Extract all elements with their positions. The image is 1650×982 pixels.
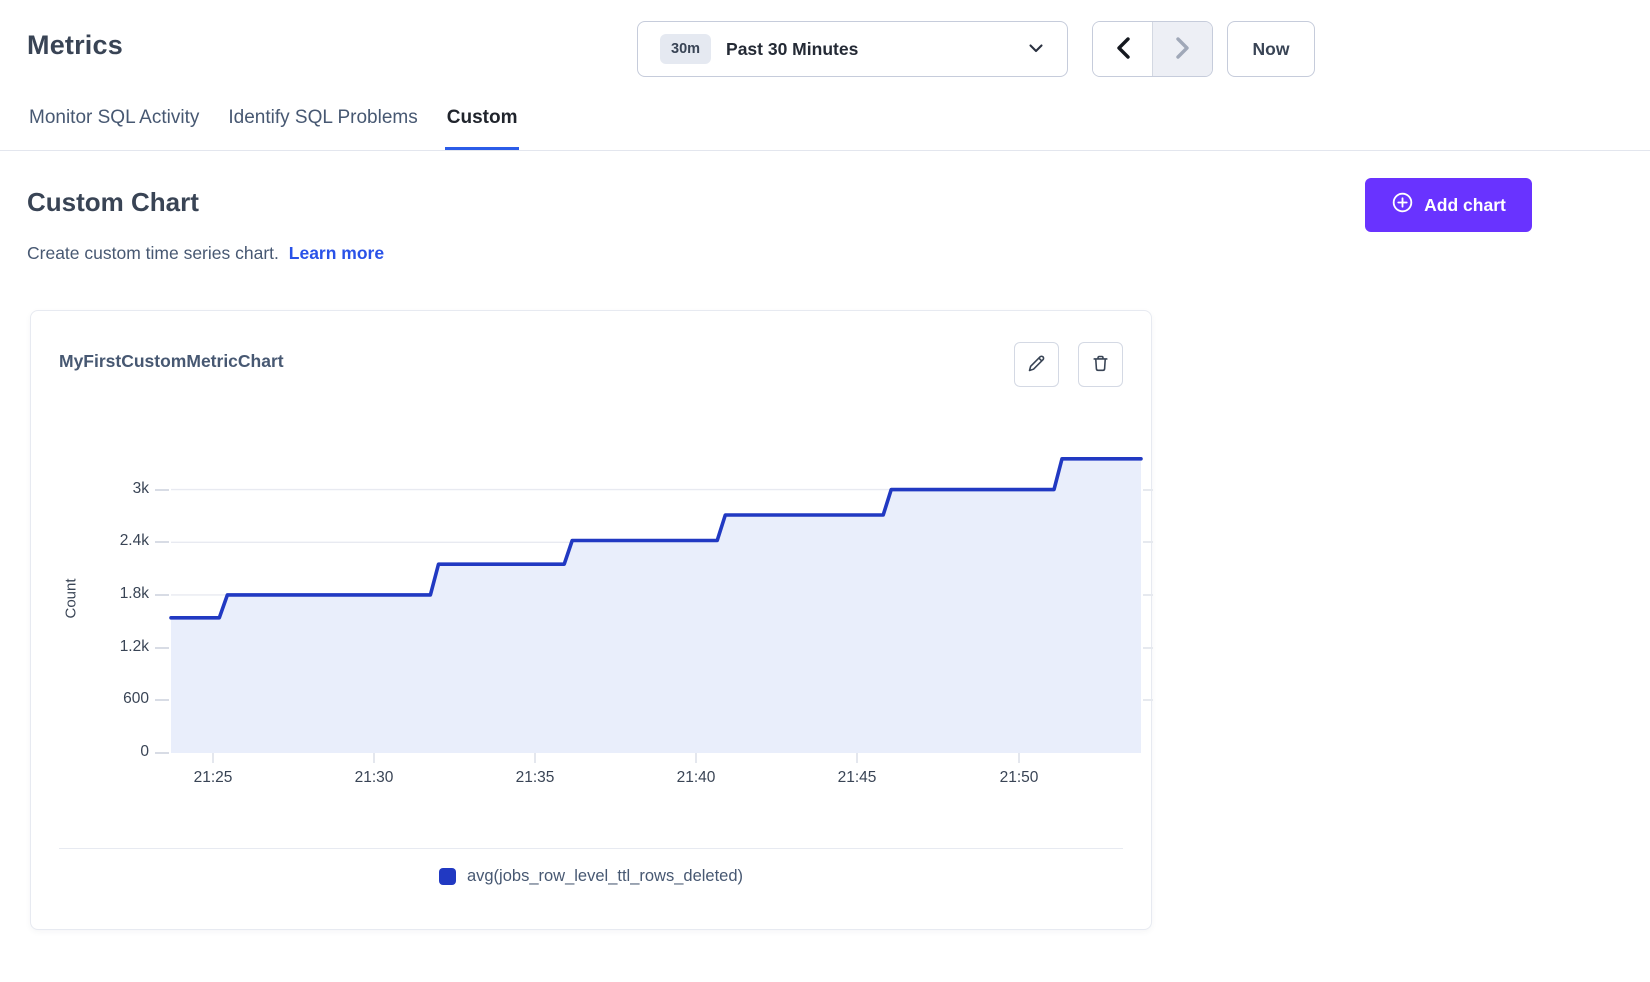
- x-tick-mark: [212, 753, 214, 763]
- legend-label: avg(jobs_row_level_ttl_rows_deleted): [467, 867, 743, 886]
- page-title: Metrics: [27, 30, 123, 61]
- y-tick-mark: [1143, 647, 1153, 649]
- chart-card: MyFirstCustomMetricChart Count: [30, 310, 1152, 930]
- y-tick-label: 600: [87, 690, 149, 708]
- y-tick-mark: [155, 489, 169, 491]
- chevron-right-icon: [1176, 37, 1190, 62]
- y-tick-label: 0: [87, 743, 149, 761]
- time-range-label: Past 30 Minutes: [726, 39, 858, 60]
- metrics-page: Metrics 30m Past 30 Minutes Now Monitor …: [0, 0, 1650, 982]
- x-tick-mark: [1018, 753, 1020, 763]
- add-chart-label: Add chart: [1424, 195, 1506, 216]
- plot-svg: [171, 436, 1141, 753]
- y-tick-mark: [155, 752, 169, 754]
- chevron-down-icon: [1029, 40, 1043, 58]
- tab-identify-sql-problems[interactable]: Identify SQL Problems: [226, 103, 419, 150]
- learn-more-link[interactable]: Learn more: [289, 243, 384, 263]
- x-tick-label: 21:50: [979, 769, 1059, 787]
- x-tick-label: 21:40: [656, 769, 736, 787]
- x-tick-mark: [534, 753, 536, 763]
- y-tick-label: 2.4k: [87, 532, 149, 550]
- y-tick-label: 3k: [87, 480, 149, 498]
- add-chart-button[interactable]: Add chart: [1365, 178, 1532, 232]
- y-tick-mark: [1143, 541, 1153, 543]
- y-tick-mark: [155, 541, 169, 543]
- chart-body: Count avg(jobs_row_level_ttl_rows_delete…: [31, 311, 1151, 929]
- divider: [59, 848, 1123, 849]
- chevron-left-icon: [1116, 37, 1130, 62]
- x-tick-label: 21:35: [495, 769, 575, 787]
- now-button[interactable]: Now: [1227, 21, 1315, 77]
- x-tick-label: 21:30: [334, 769, 414, 787]
- section-title: Custom Chart: [27, 187, 199, 218]
- x-tick-mark: [856, 753, 858, 763]
- x-tick-label: 21:45: [817, 769, 897, 787]
- legend-item[interactable]: avg(jobs_row_level_ttl_rows_deleted): [31, 867, 1151, 886]
- section-subtitle: Create custom time series chart. Learn m…: [27, 243, 384, 264]
- plus-circle-icon: [1391, 191, 1414, 219]
- y-tick-mark: [155, 699, 169, 701]
- next-range-button[interactable]: [1153, 22, 1212, 76]
- y-tick-mark: [155, 647, 169, 649]
- series-area: [171, 459, 1141, 753]
- y-tick-label: 1.2k: [87, 638, 149, 656]
- time-range-badge: 30m: [660, 34, 711, 64]
- y-tick-mark: [155, 594, 169, 596]
- y-axis-title: Count: [63, 587, 80, 619]
- y-tick-mark: [1143, 699, 1153, 701]
- y-tick-mark: [1143, 594, 1153, 596]
- x-tick-mark: [373, 753, 375, 763]
- tab-monitor-sql-activity[interactable]: Monitor SQL Activity: [27, 103, 201, 150]
- plot-area[interactable]: [171, 436, 1141, 753]
- x-tick-label: 21:25: [173, 769, 253, 787]
- y-tick-mark: [1143, 489, 1153, 491]
- previous-range-button[interactable]: [1093, 22, 1152, 76]
- x-tick-mark: [695, 753, 697, 763]
- time-range-step-group: [1092, 21, 1213, 77]
- time-range-select[interactable]: 30m Past 30 Minutes: [637, 21, 1068, 77]
- tab-bar: Monitor SQL Activity Identify SQL Proble…: [0, 103, 1650, 151]
- tab-custom[interactable]: Custom: [445, 103, 520, 150]
- legend-swatch: [439, 868, 456, 885]
- section-subtitle-text: Create custom time series chart.: [27, 243, 279, 263]
- y-tick-label: 1.8k: [87, 585, 149, 603]
